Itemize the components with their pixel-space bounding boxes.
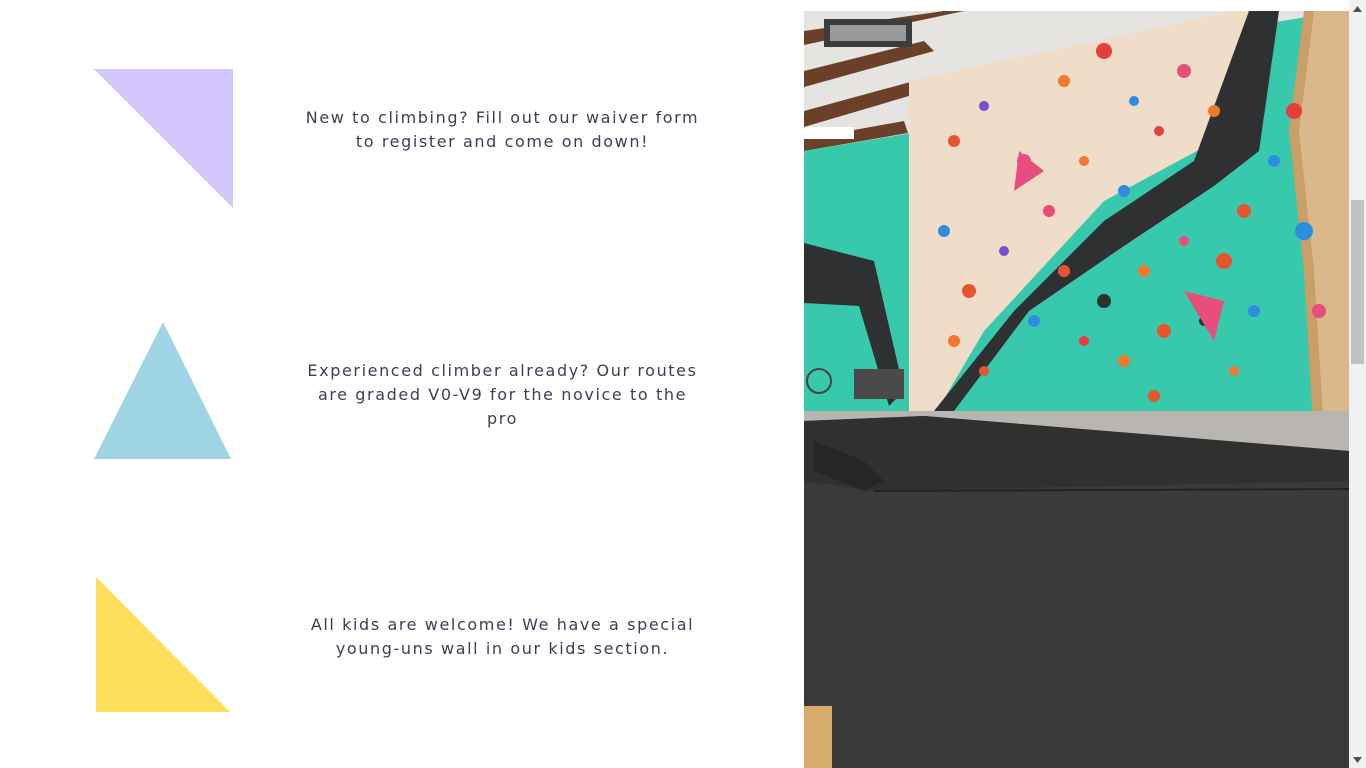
feature-text-waiver: New to climbing? Fill out our waiver for… bbox=[305, 108, 700, 151]
feature-row-kids: All kids are welcome! We have a special … bbox=[0, 510, 800, 768]
feature-text-kids: All kids are welcome! We have a special … bbox=[310, 615, 695, 658]
vertical-scrollbar[interactable] bbox=[1349, 0, 1366, 768]
feature-row-routes: Experienced climber already? Our routes … bbox=[0, 250, 800, 510]
feature-row-waiver: New to climbing? Fill out our waiver for… bbox=[0, 0, 800, 250]
scroll-down-arrow-icon[interactable] bbox=[1349, 751, 1366, 768]
page: New to climbing? Fill out our waiver for… bbox=[0, 0, 1366, 768]
climbing-gym-photo bbox=[804, 11, 1349, 768]
scrollbar-thumb[interactable] bbox=[1351, 200, 1364, 364]
blue-triangle-icon bbox=[94, 322, 231, 459]
purple-right-triangle-icon bbox=[94, 69, 233, 208]
climbing-gym-illustration bbox=[804, 11, 1349, 768]
feature-text-routes: Experienced climber already? Our routes … bbox=[307, 361, 698, 428]
scroll-up-arrow-icon[interactable] bbox=[1349, 0, 1366, 17]
yellow-right-triangle-icon bbox=[96, 577, 230, 712]
